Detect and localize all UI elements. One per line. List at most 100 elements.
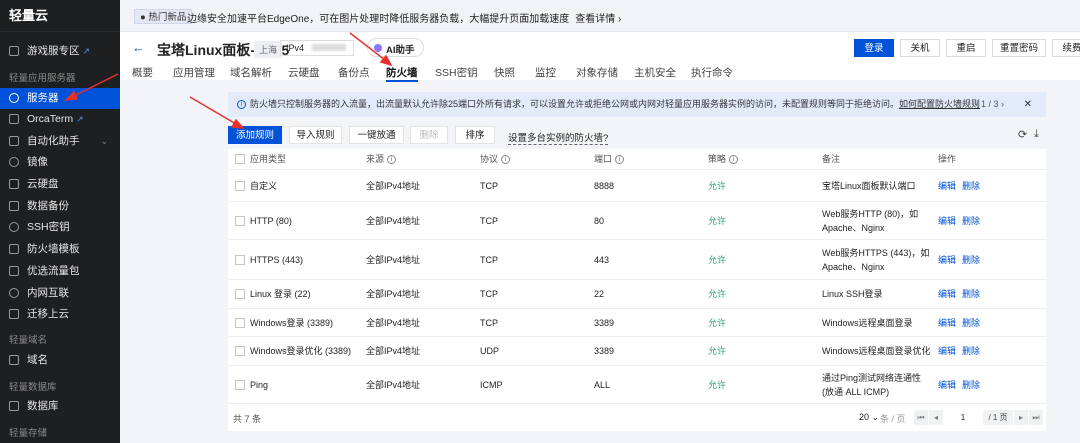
ip-address-redacted xyxy=(312,44,347,51)
sidebar-item-label: 自动化助手 xyxy=(27,135,80,147)
tab-object-storage[interactable]: 对象存储 xyxy=(576,65,618,80)
page-input[interactable]: 1 xyxy=(944,410,982,425)
tab-backup[interactable]: 备份点 xyxy=(338,65,370,80)
sidebar-item-intranet[interactable]: 内网互联 xyxy=(0,283,120,304)
header-source: 来源 i xyxy=(366,152,397,166)
select-all-checkbox[interactable] xyxy=(235,154,245,164)
row-checkbox[interactable] xyxy=(235,379,245,390)
login-button[interactable]: 登录 xyxy=(854,39,894,57)
row-checkbox[interactable] xyxy=(235,180,245,191)
ai-assistant-button[interactable]: AI助手 xyxy=(367,38,424,57)
info-banner: i 防火墙只控制服务器的入流量，出流量默认允许除25端口外所有请求，可以设置允许… xyxy=(228,92,1046,117)
sidebar-item-label: 防火墙模板 xyxy=(27,243,80,255)
ipv4-field: IPv4 xyxy=(280,40,354,56)
cell-source: 全部IPv4地址 xyxy=(366,379,421,390)
help-icon[interactable]: i xyxy=(501,155,511,165)
firewall-help-link[interactable]: 如何配置防火墙规则 xyxy=(899,99,980,109)
edit-link[interactable]: 编辑 xyxy=(938,380,956,390)
download-icon[interactable]: ⤓ xyxy=(1034,128,1039,141)
tab-monitoring[interactable]: 监控 xyxy=(535,65,556,80)
tab-cloud-disk[interactable]: 云硬盘 xyxy=(288,65,320,80)
sidebar-item-database[interactable]: 数据库 xyxy=(0,396,120,417)
instance-header: ← 宝塔Linux面板-RL85 上海 IPv4 AI助手 登录 关机 重启 重… xyxy=(120,32,1080,82)
back-arrow-icon[interactable]: ← xyxy=(132,40,145,55)
tab-run-command[interactable]: 执行命令 xyxy=(691,65,733,80)
last-page-button[interactable]: ⏭ xyxy=(1029,410,1043,425)
restart-button[interactable]: 重启 xyxy=(946,39,986,57)
delete-button[interactable]: 删除 xyxy=(410,126,448,144)
sidebar-item-domain[interactable]: 域名 xyxy=(0,350,120,371)
edit-link[interactable]: 编辑 xyxy=(938,216,956,226)
tab-snapshots[interactable]: 快照 xyxy=(494,65,515,80)
add-rule-button[interactable]: 添加规则 xyxy=(228,126,282,144)
sidebar-item-disks[interactable]: 云硬盘 xyxy=(0,174,120,195)
per-page-label: 条 / 页 xyxy=(880,414,906,424)
edit-link[interactable]: 编辑 xyxy=(938,181,956,191)
sidebar-item-migration[interactable]: 迁移上云 xyxy=(0,304,120,325)
sidebar-item-backups[interactable]: 数据备份 xyxy=(0,196,120,217)
sidebar-item-servers[interactable]: 服务器 xyxy=(0,88,120,109)
total-count: 共 7 条 xyxy=(233,414,262,424)
header-protocol: 协议 i xyxy=(480,152,511,166)
shutdown-button[interactable]: 关机 xyxy=(900,39,940,57)
page-size-select[interactable]: 20 ⌄ xyxy=(859,412,879,423)
edit-link[interactable]: 编辑 xyxy=(938,289,956,299)
sidebar-item-automation[interactable]: 自动化助手 ⌄ xyxy=(0,131,120,152)
delete-link[interactable]: 删除 xyxy=(962,380,980,390)
cell-policy: 允许 xyxy=(708,215,727,226)
sidebar-item-ssh-keys[interactable]: SSH密钥 xyxy=(0,217,120,238)
edit-link[interactable]: 编辑 xyxy=(938,255,956,265)
view-details-link[interactable]: 查看详情 › xyxy=(575,14,621,25)
table-row: 自定义 全部IPv4地址 TCP 8888 允许 宝塔Linux面板默认端口 编辑 删除 xyxy=(228,170,1046,202)
tab-dns[interactable]: 域名解析 xyxy=(230,65,272,80)
sidebar-item-images[interactable]: 镜像 xyxy=(0,152,120,173)
delete-link[interactable]: 删除 xyxy=(962,181,980,191)
first-page-button[interactable]: ⏮ xyxy=(914,410,928,425)
close-icon[interactable]: ✕ xyxy=(1024,92,1032,117)
import-rules-button[interactable]: 导入规则 xyxy=(289,126,342,144)
row-checkbox[interactable] xyxy=(235,289,245,299)
edit-link[interactable]: 编辑 xyxy=(938,318,956,328)
sidebar-item-firewall-templates[interactable]: 防火墙模板 xyxy=(0,239,120,260)
sidebar-item-orcaterm[interactable]: OrcaTerm ↗ xyxy=(0,109,120,130)
row-checkbox[interactable] xyxy=(235,215,245,226)
network-icon xyxy=(9,288,19,298)
row-checkbox[interactable] xyxy=(235,346,245,356)
renew-button[interactable]: 续费 xyxy=(1052,39,1080,57)
help-icon[interactable]: i xyxy=(615,155,625,165)
refresh-icon[interactable]: ⟳ xyxy=(1018,128,1027,141)
tab-host-security[interactable]: 主机安全 xyxy=(634,65,676,80)
help-icon[interactable]: i xyxy=(729,155,739,165)
database-icon xyxy=(9,401,19,411)
prev-page-button[interactable]: ◂ xyxy=(929,410,943,425)
multi-instance-firewall-link[interactable]: 设置多台实例的防火墙? xyxy=(508,130,609,145)
external-link-icon: ↗ xyxy=(76,114,84,124)
banner-pager[interactable]: ‹ 1 / 3 › xyxy=(975,92,1004,117)
delete-link[interactable]: 删除 xyxy=(962,289,980,299)
tab-app-management[interactable]: 应用管理 xyxy=(173,65,215,80)
delete-link[interactable]: 删除 xyxy=(962,318,980,328)
announcement-bar: ● 热门新品 边缘安全加速平台EdgeOne，可在图片处理时降低服务器负载，大幅… xyxy=(120,0,1080,32)
tab-overview[interactable]: 概要 xyxy=(132,65,153,80)
cell-source: 全部IPv4地址 xyxy=(366,346,421,356)
next-page-button[interactable]: ▸ xyxy=(1014,410,1028,425)
sidebar-item-traffic-packages[interactable]: 优选流量包 xyxy=(0,261,120,282)
delete-link[interactable]: 删除 xyxy=(962,216,980,226)
hot-badge: ● 热门新品 xyxy=(134,9,193,24)
delete-link[interactable]: 删除 xyxy=(962,255,980,265)
header-remark: 备注 xyxy=(822,154,841,164)
row-checkbox[interactable] xyxy=(235,254,245,265)
delete-link[interactable]: 删除 xyxy=(962,346,980,356)
open-all-button[interactable]: 一键放通 xyxy=(349,126,404,144)
reset-password-button[interactable]: 重置密码 xyxy=(992,39,1046,57)
edit-link[interactable]: 编辑 xyxy=(938,346,956,356)
sort-button[interactable]: 排序 xyxy=(455,126,495,144)
tab-ssh-keys[interactable]: SSH密钥 xyxy=(435,65,478,80)
cell-port: 443 xyxy=(594,254,610,265)
tab-firewall[interactable]: 防火墙 xyxy=(386,65,418,82)
help-icon[interactable]: i xyxy=(387,155,397,165)
sidebar-item-game-zone[interactable]: 游戏服专区 ↗ xyxy=(0,41,120,62)
table-row: HTTP (80) 全部IPv4地址 TCP 80 允许 Web服务HTTP (80)，如… xyxy=(228,202,1046,240)
sidebar-item-label: SSH密钥 xyxy=(27,221,70,233)
row-checkbox[interactable] xyxy=(235,317,245,328)
